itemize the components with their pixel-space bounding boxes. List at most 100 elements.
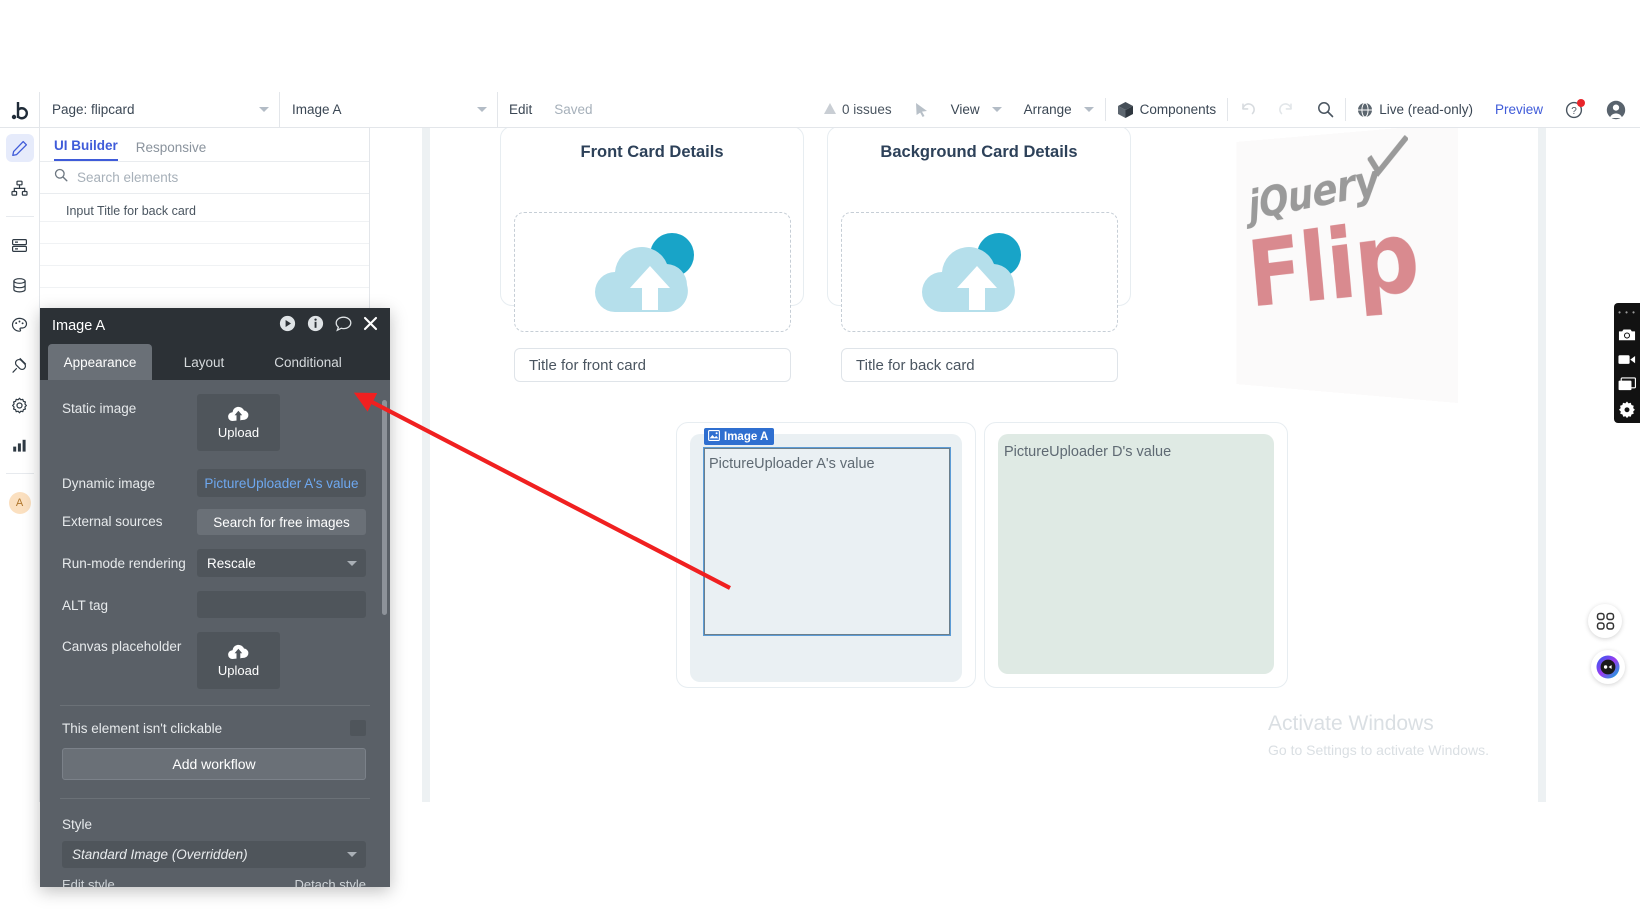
search-input[interactable] bbox=[77, 170, 355, 185]
label-alt-tag: ALT tag bbox=[62, 598, 109, 613]
search-icon bbox=[1317, 101, 1334, 118]
pencil-icon bbox=[12, 140, 28, 156]
view-menu[interactable]: View bbox=[940, 92, 1013, 127]
rail-avatar[interactable]: A bbox=[8, 492, 31, 514]
preview-button[interactable]: Preview bbox=[1484, 92, 1554, 127]
static-image-upload-button[interactable]: Upload bbox=[197, 394, 280, 451]
tab-appearance[interactable]: Appearance bbox=[48, 344, 152, 380]
sidebar-item-design[interactable] bbox=[5, 134, 34, 162]
sidebar-item-logs[interactable] bbox=[6, 431, 34, 459]
account-button[interactable] bbox=[1595, 92, 1640, 127]
list-item[interactable] bbox=[40, 222, 369, 244]
back-card-uploader[interactable] bbox=[841, 212, 1118, 332]
assistant-button[interactable] bbox=[1591, 650, 1625, 684]
sidebar-item-styles[interactable] bbox=[6, 311, 34, 339]
grid-apps-button[interactable] bbox=[1588, 604, 1622, 638]
row-external-sources: External sources Search for free images bbox=[40, 509, 390, 535]
page-selector[interactable]: Page: flipcard bbox=[40, 92, 280, 127]
chevron-down-icon bbox=[347, 852, 357, 857]
row-static-image: Static image Upload bbox=[40, 394, 390, 451]
divider bbox=[60, 705, 370, 706]
canvas-gutter-far-right bbox=[1538, 128, 1546, 802]
image-a-selected[interactable]: PictureUploader A's value bbox=[703, 447, 951, 636]
app-logo[interactable] bbox=[0, 92, 40, 127]
list-item[interactable]: Input Title for back card bbox=[40, 200, 369, 222]
server-icon bbox=[12, 238, 28, 252]
warning-triangle-icon bbox=[824, 103, 837, 114]
issues-button[interactable]: 0 issues bbox=[813, 92, 903, 127]
jquery-flip-logo: jQuery Flip bbox=[1190, 128, 1458, 403]
window-icon[interactable] bbox=[1618, 376, 1636, 392]
element-properties-panel[interactable]: Image A Appearance Layout Conditional St… bbox=[40, 308, 390, 887]
run-mode-rendering-value: Rescale bbox=[207, 555, 256, 571]
canvas-placeholder-upload-button[interactable]: Upload bbox=[197, 632, 280, 689]
undo-button[interactable] bbox=[1228, 92, 1267, 127]
edit-style-link[interactable]: Edit style bbox=[62, 877, 115, 887]
live-label: Live (read-only) bbox=[1379, 102, 1473, 117]
close-icon[interactable] bbox=[363, 316, 378, 336]
drag-handle-icon[interactable]: • • • bbox=[1618, 308, 1636, 317]
sidebar-item-plugins[interactable] bbox=[6, 351, 34, 379]
design-canvas[interactable]: Front Card Details Title for front card … bbox=[370, 128, 1640, 802]
list-item[interactable] bbox=[40, 266, 369, 288]
run-mode-rendering-select[interactable]: Rescale bbox=[197, 549, 366, 577]
front-card-uploader[interactable] bbox=[514, 212, 791, 332]
label-not-clickable: This element isn't clickable bbox=[62, 720, 223, 736]
add-workflow-button[interactable]: Add workflow bbox=[62, 748, 366, 780]
style-select[interactable]: Standard Image (Overridden) bbox=[62, 841, 366, 868]
tab-conditional[interactable]: Conditional bbox=[256, 344, 360, 380]
image-d-placeholder-text: PictureUploader D's value bbox=[1004, 444, 1172, 460]
search-elements-row bbox=[40, 162, 369, 194]
label-run-mode-rendering: Run-mode rendering bbox=[62, 556, 186, 571]
image-d-container[interactable]: PictureUploader D's value bbox=[998, 434, 1274, 674]
dynamic-image-field[interactable]: PictureUploader A's value bbox=[197, 469, 366, 497]
properties-scrollbar[interactable] bbox=[382, 400, 387, 615]
sidebar-item-workflow[interactable] bbox=[6, 174, 34, 202]
info-icon[interactable] bbox=[307, 315, 324, 337]
divider bbox=[60, 798, 370, 799]
cursor-tool-button[interactable] bbox=[903, 92, 940, 127]
edit-mode-button[interactable]: Edit bbox=[498, 92, 543, 127]
page-selector-label: Page: flipcard bbox=[52, 102, 135, 117]
label-canvas-placeholder: Canvas placeholder bbox=[62, 639, 182, 654]
notification-dot bbox=[1577, 99, 1585, 107]
chevron-down-icon bbox=[347, 560, 357, 566]
search-free-images-button[interactable]: Search for free images bbox=[197, 509, 366, 535]
components-button[interactable]: Components bbox=[1106, 92, 1228, 127]
sidebar-item-settings[interactable] bbox=[6, 391, 34, 419]
tab-ui-builder[interactable]: UI Builder bbox=[54, 138, 118, 161]
arrange-label: Arrange bbox=[1023, 102, 1072, 117]
screen-recorder-toolbar[interactable]: • • • bbox=[1614, 303, 1640, 423]
row-run-mode-rendering: Run-mode rendering Rescale bbox=[40, 549, 390, 577]
front-card-title-input[interactable]: Title for front card bbox=[514, 348, 791, 382]
clickable-checkbox[interactable] bbox=[350, 720, 366, 736]
tab-layout[interactable]: Layout bbox=[152, 344, 256, 380]
sidebar-item-data[interactable] bbox=[6, 231, 34, 259]
help-button[interactable]: ? bbox=[1554, 92, 1595, 127]
selection-badge-label: Image A bbox=[724, 430, 769, 443]
sidebar-item-database[interactable] bbox=[6, 271, 34, 299]
video-icon[interactable] bbox=[1618, 351, 1636, 367]
gear-icon[interactable] bbox=[1618, 400, 1636, 418]
globe-icon bbox=[1357, 102, 1373, 118]
element-selector[interactable]: Image A bbox=[280, 92, 498, 127]
camera-icon[interactable] bbox=[1618, 326, 1636, 342]
bar-chart-icon bbox=[13, 439, 26, 452]
arrange-menu[interactable]: Arrange bbox=[1013, 92, 1105, 127]
detach-style-link[interactable]: Detach style bbox=[294, 877, 366, 887]
alt-tag-input[interactable] bbox=[197, 591, 366, 618]
play-icon[interactable] bbox=[279, 315, 296, 337]
properties-header: Image A bbox=[40, 308, 390, 344]
live-version-button[interactable]: Live (read-only) bbox=[1346, 92, 1484, 127]
search-button[interactable] bbox=[1306, 92, 1345, 127]
properties-title: Image A bbox=[52, 318, 106, 334]
jquery-flip-panel: jQuery Flip bbox=[1236, 128, 1458, 403]
list-item[interactable] bbox=[40, 244, 369, 266]
canvas-page[interactable]: Front Card Details Title for front card … bbox=[438, 128, 1528, 802]
redo-button[interactable] bbox=[1267, 92, 1306, 127]
tree-item-label: Input Title for back card bbox=[66, 203, 196, 218]
back-card-title-input[interactable]: Title for back card bbox=[841, 348, 1118, 382]
tab-responsive[interactable]: Responsive bbox=[136, 140, 207, 161]
comment-icon[interactable] bbox=[335, 316, 352, 337]
rail-divider bbox=[5, 216, 34, 217]
